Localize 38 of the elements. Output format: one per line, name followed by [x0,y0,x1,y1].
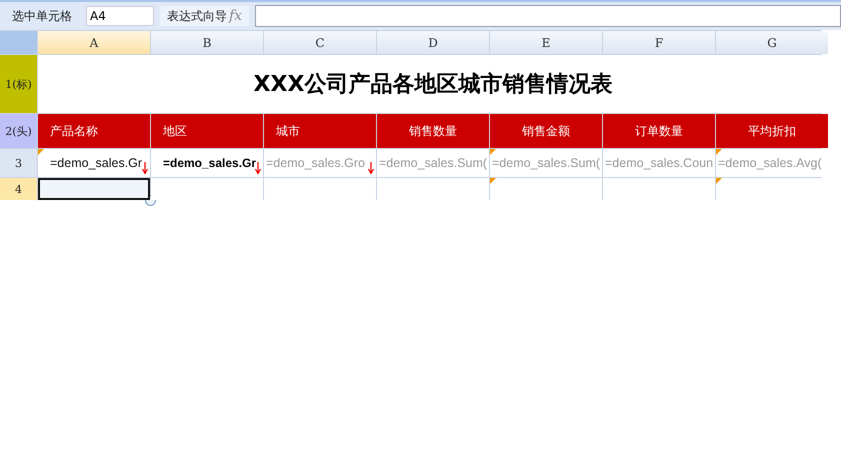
row-header[interactable]: 1(标) [0,55,37,113]
table-header-cell: 城市 [264,114,376,148]
row-header[interactable]: 3 [0,149,37,177]
table-cell[interactable] [38,178,150,200]
table-cell[interactable] [151,178,263,200]
column-header[interactable]: C [264,31,376,54]
formula-text: =demo_sales.Gro [266,156,366,170]
formula-text: =demo_sales.Coun [605,156,714,170]
column-header[interactable]: A [38,31,150,54]
cell-reference-field[interactable]: A4 [86,6,154,26]
table-header-cell: 地区 [151,114,263,148]
select-all-corner[interactable] [0,31,37,54]
table-cell[interactable] [264,178,376,200]
formula-text: =demo_sales.Avg( [718,156,822,170]
table-cell[interactable] [490,178,602,200]
expression-wizard-button[interactable]: 表达式向导fx [160,6,250,26]
row-header[interactable]: 2(头) [0,114,37,148]
selected-cell-label: 选中单元格 [11,8,73,24]
column-header[interactable]: F [603,31,715,54]
row-header[interactable]: 4 [0,178,37,200]
table-header-cell: 订单数量 [603,114,715,148]
table-header-cell: 产品名称 [38,114,150,148]
column-header[interactable]: E [490,31,602,54]
table-cell[interactable] [377,178,489,200]
column-header[interactable]: G [716,31,828,54]
formula-text: =demo_sales.Gr [162,156,256,170]
formula-text: =demo_sales.Sum( [492,156,600,170]
table-cell[interactable]: =demo_sales.Gr [151,149,263,177]
formula-text: =demo_sales.Gr [49,156,142,170]
table-header-cell: 平均折扣 [716,114,828,148]
formula-input-field[interactable] [255,5,841,27]
table-header-cell: 销售金额 [490,114,602,148]
table-header-cell: 销售数量 [377,114,489,148]
table-cell[interactable] [603,178,715,200]
table-cell[interactable]: =demo_sales.Gr [38,149,150,177]
formula-text: =demo_sales.Sum( [379,156,488,170]
column-header[interactable]: D [377,31,489,54]
column-header[interactable]: B [151,31,263,54]
